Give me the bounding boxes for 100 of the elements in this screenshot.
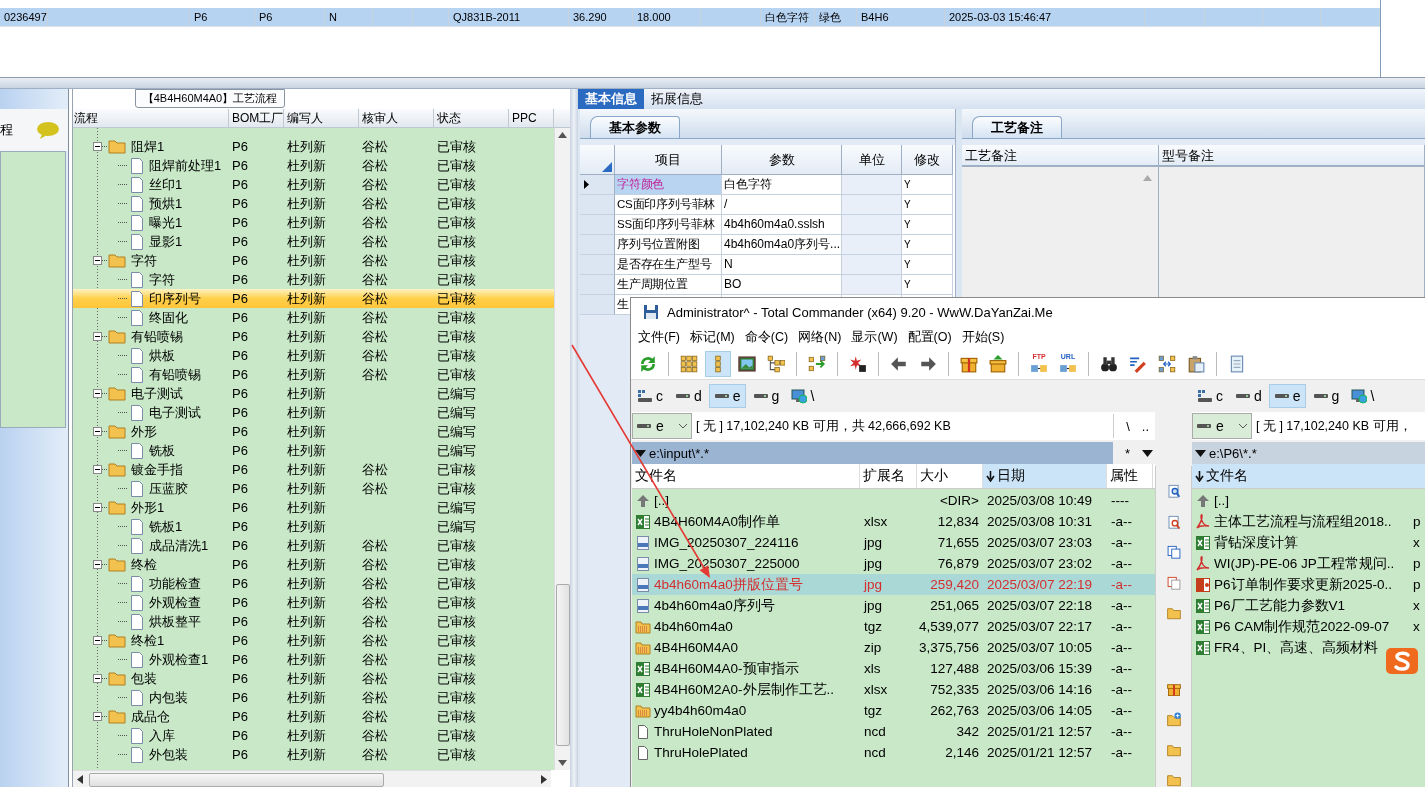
tree-row[interactable]: 丝印1 P6 杜列新 谷松 已审核	[73, 175, 554, 194]
drive-button[interactable]: g	[747, 384, 785, 408]
tree-row[interactable]: 成品仓 P6 杜列新 谷松 已审核	[73, 707, 554, 726]
collapse-icon[interactable]	[93, 636, 102, 645]
tree-row[interactable]: 曝光1 P6 杜列新 谷松 已审核	[73, 213, 554, 232]
scroll-down-icon[interactable]	[558, 760, 567, 766]
tree-row[interactable]: 有铅喷锡 P6 杜列新 谷松 已审核	[73, 365, 554, 384]
scroll-right-icon[interactable]	[541, 775, 547, 784]
column-header[interactable]: 编写人	[284, 109, 359, 127]
tree-row[interactable]: 字符 P6 杜列新 谷松 已审核	[73, 270, 554, 289]
tree-row[interactable]: 外包装 P6 杜列新 谷松 已审核	[73, 745, 554, 764]
column-header[interactable]: 流程	[73, 109, 229, 127]
file-row[interactable]: 主体工艺流程与流程组2018.. p	[1192, 511, 1425, 532]
column-header[interactable]: 参数	[722, 145, 842, 175]
filter-button[interactable]: *	[1119, 444, 1137, 462]
collapse-icon[interactable]	[93, 256, 102, 265]
tree-row[interactable]: 镀金手指 P6 杜列新 谷松 已审核	[73, 460, 554, 479]
nav-button[interactable]: ..	[1135, 418, 1155, 434]
drive-button[interactable]: d	[1230, 384, 1267, 408]
tab[interactable]: 工艺备注	[972, 116, 1062, 138]
menu-item[interactable]: 网络(N)	[793, 329, 847, 346]
menu-item[interactable]: 标记(M)	[684, 329, 740, 346]
new-folder-icon[interactable]	[1165, 712, 1182, 727]
collapse-icon[interactable]	[93, 712, 102, 721]
menu-item[interactable]: 命令(C)	[739, 329, 794, 346]
scroll-up-icon[interactable]	[558, 132, 567, 138]
file-row[interactable]: 4B4H60M2A0-外层制作工艺.. xlsx 752,335 2025/03/06 14:16 -a--	[632, 679, 1155, 700]
tree-row[interactable]: 印序列号 P6 杜列新 谷松 已审核	[73, 289, 554, 308]
drive-button[interactable]: \	[786, 384, 820, 408]
collapse-icon[interactable]	[93, 465, 102, 474]
collapse-icon[interactable]	[93, 427, 102, 436]
file-row[interactable]: P6厂工艺能力参数V1 x	[1192, 595, 1425, 616]
column-header[interactable]: 核审人	[359, 109, 434, 127]
drive-dropdown[interactable]: e	[1192, 413, 1252, 439]
caret-icon[interactable]	[1142, 449, 1154, 457]
tree-row[interactable]: 终检 P6 杜列新 谷松 已审核	[73, 555, 554, 574]
tree-row[interactable]: 有铅喷锡 P6 杜列新 谷松 已审核	[73, 327, 554, 346]
tree-row[interactable]: 电子测试 P6 杜列新 已编写	[73, 384, 554, 403]
tree-row[interactable]: 烘板 P6 杜列新 谷松 已审核	[73, 346, 554, 365]
tree-row[interactable]: 外观检查1 P6 杜列新 谷松 已审核	[73, 650, 554, 669]
path-bar[interactable]: e:\input\*.*	[632, 442, 1113, 464]
tree-row[interactable]: 入库 P6 杜列新 谷松 已审核	[73, 726, 554, 745]
file-row[interactable]: ThruHoleNonPlated ncd 342 2025/01/21 12:57 -a--	[632, 721, 1155, 742]
scrollbar-thumb[interactable]	[89, 772, 384, 787]
file-row[interactable]: P6订单制作要求更新2025-0.. p	[1192, 574, 1425, 595]
folder-icon[interactable]	[1165, 742, 1182, 758]
file-row[interactable]: [..]	[1192, 490, 1425, 511]
file-row[interactable]: FR4、PI、高速、高频材料	[1192, 637, 1425, 658]
file-row[interactable]: 背钻深度计算 x	[1192, 532, 1425, 553]
column-header[interactable]: 型号备注	[1159, 145, 1425, 167]
path-bar[interactable]: e:\P6\*.*	[1192, 442, 1425, 464]
file-row[interactable]: 4b4h60m4a0 tgz 4,539,077 2025/03/07 22:17 -a--	[632, 616, 1155, 637]
drive-button[interactable]: d	[670, 384, 707, 408]
tree-row[interactable]: 外观检查 P6 杜列新 谷松 已审核	[73, 593, 554, 612]
drive-button[interactable]: e	[708, 384, 746, 408]
magnifier-icon[interactable]	[1165, 484, 1182, 499]
tree-row[interactable]: 阻焊1 P6 杜列新 谷松 已审核	[73, 137, 554, 156]
collapse-icon[interactable]	[93, 332, 102, 341]
table-row[interactable]: 0236497 P6 P6 N QJ831B-2011 36.290 18.000 白色字符 绿色 B4H6 2025-03-03 15:46:47	[0, 8, 1380, 26]
tree-row[interactable]: 内包装 P6 杜列新 谷松 已审核	[73, 688, 554, 707]
tab[interactable]: 基本参数	[590, 116, 680, 138]
row-header[interactable]	[580, 175, 615, 195]
tree-row[interactable]: 铣板 P6 杜列新 已编写	[73, 441, 554, 460]
drive-button[interactable]: \	[1346, 384, 1380, 408]
nav-button[interactable]: \	[1120, 418, 1136, 434]
tree-row[interactable]: 压蓝胶 P6 杜列新 谷松 已审核	[73, 479, 554, 498]
collapse-icon[interactable]	[93, 389, 102, 398]
copy-icon[interactable]	[1165, 545, 1182, 560]
drive-button[interactable]: g	[1307, 384, 1345, 408]
tree-row[interactable]: 烘板整平 P6 杜列新 谷松 已审核	[73, 612, 554, 631]
drive-button[interactable]: e	[1268, 384, 1306, 408]
menu-item[interactable]: 开始(S)	[956, 329, 1010, 346]
scrollbar[interactable]	[73, 770, 551, 787]
tree-row[interactable]: 字符 P6 杜列新 谷松 已审核	[73, 251, 554, 270]
scroll-left-icon[interactable]	[77, 775, 83, 784]
file-row[interactable]: yy4b4h60m4a0 tgz 262,763 2025/03/06 14:05 -a--	[632, 700, 1155, 721]
drive-dropdown[interactable]: e	[632, 413, 692, 439]
tab[interactable]: 基本信息	[578, 89, 644, 109]
page-search-icon[interactable]	[1165, 514, 1182, 530]
tree-row[interactable]: 电子测试 P6 杜列新 已编写	[73, 403, 554, 422]
scrollbar[interactable]	[554, 128, 570, 770]
folder-icon[interactable]	[1165, 606, 1182, 621]
column-header[interactable]: PPC	[509, 109, 554, 127]
tab[interactable]: 拓展信息	[644, 89, 710, 109]
column-header[interactable]: 状态	[434, 109, 509, 127]
menu-item[interactable]: 配置(O)	[902, 329, 957, 346]
drive-button[interactable]: c	[632, 384, 668, 408]
box-icon[interactable]	[1165, 681, 1182, 697]
tree-row[interactable]: 终检1 P6 杜列新 谷松 已审核	[73, 631, 554, 650]
file-row[interactable]: 4B4H60M4A0 zip 3,375,756 2025/03/07 10:05 -a--	[632, 637, 1155, 658]
tree-row[interactable]: 包装 P6 杜列新 谷松 已审核	[73, 669, 554, 688]
scrollbar-thumb[interactable]	[555, 584, 570, 746]
tree-row[interactable]: 外形 P6 杜列新 已编写	[73, 422, 554, 441]
column-header[interactable]: 单位	[842, 145, 902, 175]
column-header[interactable]: 文件名	[632, 464, 860, 488]
collapse-icon[interactable]	[93, 503, 102, 512]
file-row[interactable]: 4B4H60M4A0-预审指示 xls 127,488 2025/03/06 15:39 -a--	[632, 658, 1155, 679]
menu-item[interactable]: 文件(F)	[633, 329, 685, 346]
tree-row[interactable]: 外形1 P6 杜列新 已编写	[73, 498, 554, 517]
column-header[interactable]: 扩展名	[860, 464, 917, 488]
